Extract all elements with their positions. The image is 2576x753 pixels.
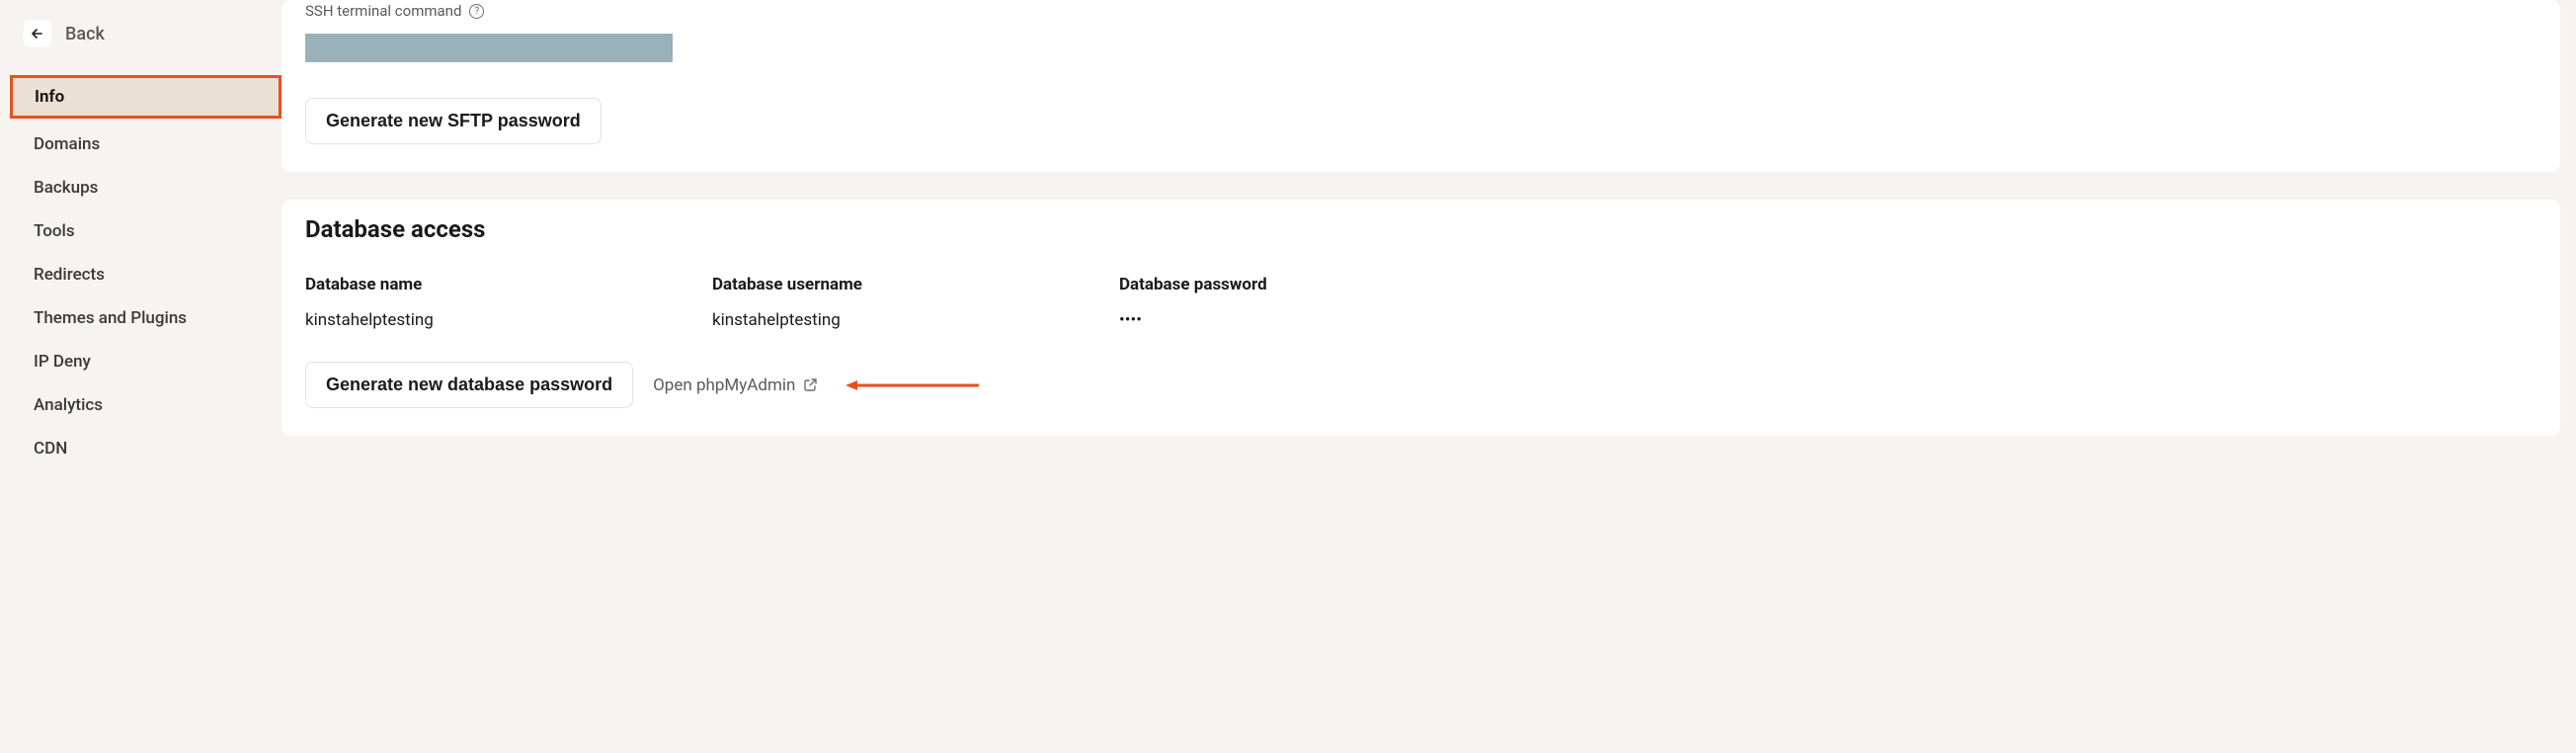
database-name-value: kinstahelptesting — [305, 310, 712, 330]
back-row: Back — [0, 16, 282, 75]
sidebar-item-label: Analytics — [34, 395, 103, 415]
sidebar-item-redirects[interactable]: Redirects — [0, 253, 282, 296]
database-section-title: Database access — [305, 215, 2536, 243]
sidebar-item-label: IP Deny — [34, 352, 91, 372]
help-icon[interactable]: ? — [469, 4, 484, 19]
arrow-left-icon — [30, 26, 45, 42]
back-label: Back — [65, 24, 105, 44]
database-name-column: Database name kinstahelptesting — [305, 275, 712, 330]
database-action-row: Generate new database password Open phpM… — [305, 362, 2536, 408]
database-password-value: •••• — [1119, 310, 2536, 330]
sidebar-item-label: CDN — [34, 439, 67, 459]
database-username-label: Database username — [712, 275, 1119, 294]
sidebar-item-label: Backups — [34, 178, 98, 198]
database-grid: Database name kinstahelptesting Database… — [305, 275, 2536, 330]
sidebar-item-analytics[interactable]: Analytics — [0, 383, 282, 427]
sidebar-item-cdn[interactable]: CDN — [0, 427, 282, 470]
sidebar-item-label: Domains — [34, 134, 100, 154]
external-link-icon — [803, 377, 818, 392]
sidebar-item-info[interactable]: Info — [10, 75, 282, 119]
sidebar-item-backups[interactable]: Backups — [0, 166, 282, 209]
database-password-column: Database password •••• — [1119, 275, 2536, 330]
ssh-card: SSH terminal command ? Generate new SFTP… — [282, 0, 2560, 172]
sidebar-item-label: Tools — [34, 221, 75, 241]
sidebar-item-label: Redirects — [34, 265, 105, 285]
database-access-card: Database access Database name kinstahelp… — [282, 200, 2560, 436]
sidebar-item-domains[interactable]: Domains — [0, 123, 282, 166]
sidebar: Back Info Domains Backups Tools Redirect… — [0, 0, 282, 753]
ssh-command-redacted — [305, 34, 673, 62]
ssh-label: SSH terminal command — [305, 2, 461, 20]
main-content: SSH terminal command ? Generate new SFTP… — [282, 0, 2576, 753]
sidebar-item-label: Info — [35, 87, 64, 107]
sidebar-item-ip-deny[interactable]: IP Deny — [0, 340, 282, 383]
ssh-label-row: SSH terminal command ? — [305, 2, 2536, 20]
database-name-label: Database name — [305, 275, 712, 294]
generate-db-password-button[interactable]: Generate new database password — [305, 362, 633, 408]
database-password-label: Database password — [1119, 275, 2536, 294]
back-button[interactable] — [24, 20, 51, 47]
annotation-arrow — [845, 378, 979, 392]
sidebar-item-themes-plugins[interactable]: Themes and Plugins — [0, 296, 282, 340]
open-phpmyadmin-link[interactable]: Open phpMyAdmin — [653, 376, 818, 395]
database-username-value: kinstahelptesting — [712, 310, 1119, 330]
generate-sftp-password-button[interactable]: Generate new SFTP password — [305, 98, 602, 144]
open-phpmyadmin-label: Open phpMyAdmin — [653, 376, 795, 395]
sidebar-item-tools[interactable]: Tools — [0, 209, 282, 253]
sidebar-item-label: Themes and Plugins — [34, 308, 187, 328]
database-username-column: Database username kinstahelptesting — [712, 275, 1119, 330]
